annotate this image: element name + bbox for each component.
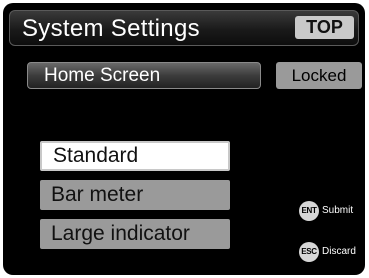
esc-key-icon[interactable]: ESC <box>299 242 319 262</box>
discard-hint[interactable]: ESC Discard <box>299 242 356 262</box>
option-large-indicator[interactable]: Large indicator <box>40 219 230 249</box>
submit-hint[interactable]: ENT Submit <box>299 201 353 221</box>
submit-label: Submit <box>322 205 354 216</box>
top-button[interactable]: TOP <box>295 16 354 39</box>
title-bar: System Settings TOP <box>9 10 359 46</box>
option-bar-meter[interactable]: Bar meter <box>40 180 230 210</box>
home-screen-label: Home Screen <box>44 65 161 86</box>
locked-status-badge: Locked <box>276 62 362 89</box>
settings-screen: System Settings TOP Home Screen Locked S… <box>3 3 365 275</box>
page-title: System Settings <box>22 15 200 42</box>
home-screen-setting: Home Screen <box>27 62 261 89</box>
option-standard[interactable]: Standard <box>40 141 230 171</box>
discard-label: Discard <box>322 246 356 257</box>
ent-key-icon[interactable]: ENT <box>299 201 319 221</box>
